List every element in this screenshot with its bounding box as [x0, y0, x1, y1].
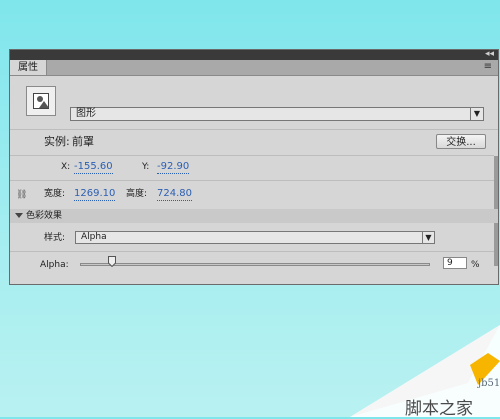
- style-label: 样式:: [44, 233, 66, 243]
- width-label: 宽度:: [44, 189, 66, 199]
- panel-titlebar: ◂◂: [10, 49, 498, 60]
- panel-tab-row: 属性 ≡: [10, 60, 498, 76]
- style-select[interactable]: Alpha ▼: [75, 231, 435, 244]
- watermark-site-name: 脚本之家: [405, 399, 473, 419]
- alpha-label: Alpha:: [40, 260, 69, 270]
- instance-name: 前罩: [72, 135, 94, 148]
- width-value-field[interactable]: 1269.10: [74, 188, 116, 201]
- x-label: X:: [61, 162, 71, 172]
- color-effect-title: 色彩效果: [26, 211, 63, 221]
- properties-panel: ◂◂ 属性 ≡ 图形 ▼ 实例: 前罩 交换... X: -155.60 Y: …: [9, 49, 499, 285]
- symbol-type-value: 图形: [76, 108, 96, 119]
- watermark-domain: jb51.net: [478, 378, 500, 389]
- symbol-triangle-shape: [39, 101, 49, 108]
- y-value-field[interactable]: -92.90: [157, 161, 190, 174]
- swap-button[interactable]: 交换...: [436, 134, 486, 149]
- graphic-symbol-icon: [26, 86, 56, 116]
- x-value-field[interactable]: -155.60: [74, 161, 113, 174]
- y-label: Y:: [142, 162, 150, 172]
- chevron-down-icon[interactable]: ▼: [422, 232, 434, 243]
- color-effect-section-header[interactable]: 色彩效果: [10, 209, 498, 223]
- chevron-down-icon[interactable]: ▼: [470, 108, 483, 120]
- tab-properties[interactable]: 属性: [10, 60, 47, 75]
- divider: [10, 129, 498, 130]
- alpha-value-input[interactable]: 9: [443, 257, 467, 269]
- collapse-panel-icon[interactable]: ◂◂: [485, 49, 494, 59]
- alpha-slider-track[interactable]: [80, 263, 430, 266]
- divider: [10, 251, 494, 252]
- panel-menu-icon[interactable]: ≡: [484, 62, 492, 72]
- alpha-unit: %: [471, 260, 480, 270]
- style-value: Alpha: [81, 232, 107, 242]
- height-value-field[interactable]: 724.80: [157, 188, 192, 201]
- chain-icon[interactable]: ⛓: [16, 190, 27, 200]
- divider: [10, 180, 494, 181]
- alpha-slider-thumb[interactable]: [107, 256, 116, 267]
- divider: [10, 155, 494, 156]
- symbol-thumbnail: [33, 93, 49, 109]
- instance-label: 实例:: [44, 135, 70, 148]
- collapse-triangle-icon: [15, 213, 23, 218]
- symbol-type-select[interactable]: 图形 ▼: [70, 107, 484, 121]
- height-label: 高度:: [126, 189, 148, 199]
